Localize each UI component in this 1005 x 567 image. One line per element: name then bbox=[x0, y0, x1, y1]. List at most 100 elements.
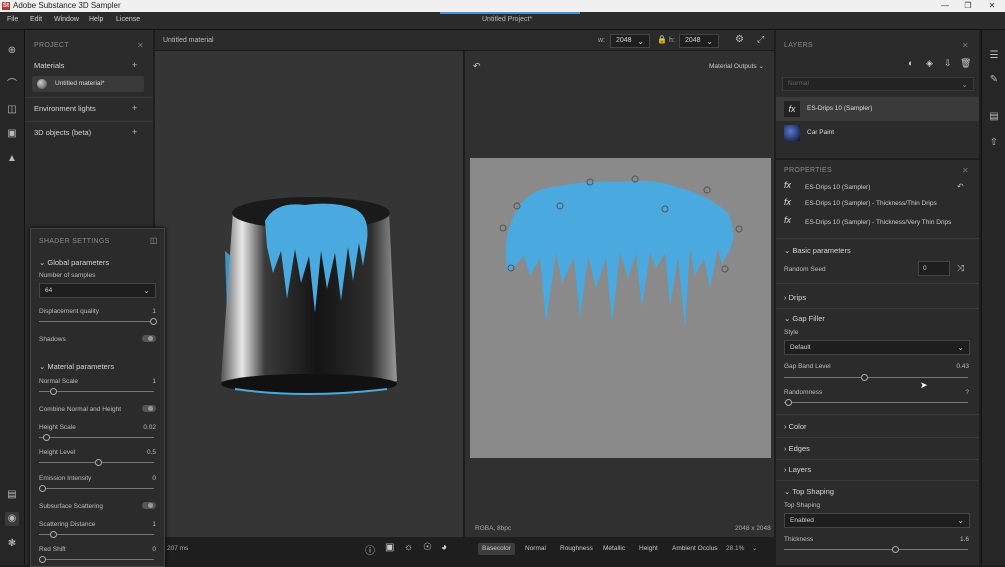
layer-item[interactable]: Car Paint bbox=[776, 121, 979, 145]
3d-objects-label[interactable]: 3D objects (beta) bbox=[34, 128, 91, 137]
thickness-slider[interactable] bbox=[784, 549, 968, 550]
tab-roughness[interactable]: Roughness bbox=[556, 543, 597, 555]
reset-icon[interactable]: ↶ bbox=[957, 182, 964, 191]
displacement-quality-slider[interactable] bbox=[39, 321, 154, 322]
frame-icon[interactable]: ▣ bbox=[5, 127, 19, 141]
close-window-icon[interactable]: ✕ bbox=[982, 0, 1002, 12]
menu-edit[interactable]: Edit bbox=[30, 16, 42, 23]
reset-view-icon[interactable]: ↶ bbox=[473, 61, 481, 72]
slider-handle[interactable] bbox=[39, 556, 46, 563]
blend-mode-dropdown[interactable]: Normal ⌄ bbox=[782, 77, 974, 91]
top-shaping-section[interactable]: ⌄ Top Shaping bbox=[784, 487, 834, 496]
close-icon[interactable]: ✕ bbox=[137, 41, 144, 50]
crop-icon[interactable]: ⌒ bbox=[5, 78, 19, 92]
add-layer-icon[interactable]: ◈ bbox=[926, 58, 933, 69]
sphere-icon[interactable]: ◕ bbox=[441, 542, 447, 553]
undock-icon[interactable]: ◫ bbox=[150, 236, 158, 245]
subsurface-scattering-toggle[interactable] bbox=[142, 502, 156, 509]
width-dropdown[interactable]: 2048 ⌄ bbox=[610, 34, 650, 48]
display-icon[interactable]: ▤ bbox=[5, 488, 19, 502]
materials-section-label[interactable]: Materials bbox=[34, 61, 64, 70]
basic-parameters-section[interactable]: ⌄ Basic parameters bbox=[784, 246, 851, 255]
lighting-icon[interactable]: ❃ bbox=[5, 537, 19, 551]
tab-normal[interactable]: Normal bbox=[521, 543, 550, 555]
3d-viewport[interactable]: 207 ms ⓘ ▣ ☼ ☉ ◕ bbox=[155, 51, 463, 557]
environment-lights-label[interactable]: Environment lights bbox=[34, 104, 96, 113]
slider-handle[interactable] bbox=[50, 388, 57, 395]
property-item[interactable]: ES-Drips 10 (Sampler) - Thickness/Very T… bbox=[805, 219, 951, 226]
export-icon[interactable]: ⇩ bbox=[944, 58, 952, 69]
info-icon[interactable]: ⓘ bbox=[365, 542, 375, 557]
tile-icon[interactable]: ◫ bbox=[5, 103, 19, 117]
add-environment-icon[interactable]: + bbox=[132, 103, 137, 113]
shadows-toggle[interactable] bbox=[142, 335, 156, 342]
slider-handle[interactable] bbox=[95, 459, 102, 466]
property-item[interactable]: ES-Drips 10 (Sampler) bbox=[805, 184, 870, 191]
tab-basecolor[interactable]: Basecolor bbox=[478, 543, 515, 555]
height-dropdown[interactable]: 2048 ⌄ bbox=[679, 34, 719, 48]
stamp-icon[interactable]: ▲ bbox=[5, 152, 19, 166]
slider-handle[interactable] bbox=[39, 485, 46, 492]
top-shaping-dropdown[interactable]: Enabled ⌄ bbox=[784, 513, 970, 528]
shader-settings-icon[interactable]: ◉ bbox=[5, 512, 19, 526]
add-3d-object-icon[interactable]: + bbox=[132, 127, 137, 137]
slider-handle[interactable] bbox=[50, 531, 57, 538]
texture-canvas[interactable] bbox=[470, 158, 771, 458]
menu-license[interactable]: License bbox=[116, 16, 140, 23]
2d-viewport[interactable]: ↶ Material Outputs ⌄ RGBA, 8bpc 2048 x 2… bbox=[465, 51, 774, 537]
tab-height[interactable]: Height bbox=[635, 543, 662, 555]
gap-band-level-slider[interactable] bbox=[784, 377, 968, 378]
fullscreen-icon[interactable]: ⤢ bbox=[757, 34, 764, 45]
add-icon[interactable]: ⊕ bbox=[5, 44, 19, 58]
style-dropdown[interactable]: Default ⌄ bbox=[784, 340, 970, 355]
share-icon[interactable]: ⇧ bbox=[987, 136, 1001, 150]
shuffle-icon[interactable]: ⤨ bbox=[957, 263, 964, 274]
material-parameters-section[interactable]: ⌄ Material parameters bbox=[39, 362, 114, 371]
height-scale-slider[interactable] bbox=[39, 437, 154, 438]
slider-handle[interactable] bbox=[892, 546, 899, 553]
close-icon[interactable]: ✕ bbox=[962, 41, 969, 50]
render-settings-icon[interactable]: ⚙ bbox=[735, 34, 744, 45]
edges-section[interactable]: › Edges bbox=[784, 444, 810, 453]
material-outputs-dropdown[interactable]: Material Outputs ⌄ bbox=[709, 62, 764, 70]
color-section[interactable]: › Color bbox=[784, 422, 807, 431]
layers-section[interactable]: › Layers bbox=[784, 465, 811, 474]
minimize-icon[interactable]: — bbox=[935, 0, 955, 12]
style-value: Default bbox=[790, 344, 811, 351]
close-icon[interactable]: ✕ bbox=[962, 166, 969, 175]
adjustments-icon[interactable]: ☰ bbox=[987, 49, 1001, 63]
tab-ambient-occlusion[interactable]: Ambient Occlus bbox=[668, 543, 722, 555]
randomness-slider[interactable] bbox=[784, 402, 968, 403]
mask-icon[interactable]: ◐ bbox=[908, 58, 913, 68]
slider-handle[interactable] bbox=[861, 374, 868, 381]
drips-section[interactable]: › Drips bbox=[784, 293, 806, 302]
environment-icon[interactable]: ☉ bbox=[423, 542, 432, 553]
slider-handle[interactable] bbox=[150, 318, 157, 325]
maximize-icon[interactable]: ❐ bbox=[958, 0, 978, 12]
slider-handle[interactable] bbox=[43, 434, 50, 441]
light-rotate-icon[interactable]: ☼ bbox=[404, 542, 413, 553]
menu-window[interactable]: Window bbox=[54, 16, 79, 23]
menu-help[interactable]: Help bbox=[89, 16, 103, 23]
slider-handle[interactable] bbox=[785, 399, 792, 406]
property-item[interactable]: ES-Drips 10 (Sampler) - Thickness/Thin D… bbox=[805, 200, 937, 207]
combine-normal-height-toggle[interactable] bbox=[142, 405, 156, 412]
global-parameters-section[interactable]: ⌄ Global parameters bbox=[39, 258, 109, 267]
menu-file[interactable]: File bbox=[7, 16, 18, 23]
tab-metallic[interactable]: Metallic bbox=[599, 543, 629, 555]
document-icon[interactable]: ▤ bbox=[987, 110, 1001, 124]
gap-filler-section[interactable]: ⌄ Gap Filler bbox=[784, 314, 825, 323]
layer-item[interactable]: fx ES-Drips 10 (Sampler) bbox=[776, 97, 979, 121]
chevron-down-icon[interactable]: ⌄ bbox=[748, 543, 761, 555]
delete-icon[interactable]: 🗑 bbox=[960, 58, 971, 69]
number-of-samples-dropdown[interactable]: 64 ⌄ bbox=[39, 283, 156, 298]
camera-icon[interactable]: ▣ bbox=[385, 542, 394, 553]
emission-intensity-slider[interactable] bbox=[39, 488, 154, 489]
lock-icon[interactable]: 🔒 bbox=[657, 35, 667, 44]
random-seed-input[interactable]: 0 bbox=[918, 261, 950, 276]
red-shift-slider[interactable] bbox=[39, 559, 154, 560]
add-material-icon[interactable]: + bbox=[132, 60, 137, 70]
material-list-item[interactable]: Untitled material* bbox=[32, 76, 144, 92]
zoom-level[interactable]: 28.1% bbox=[722, 543, 748, 555]
brush-icon[interactable]: ✎ bbox=[987, 73, 1001, 87]
